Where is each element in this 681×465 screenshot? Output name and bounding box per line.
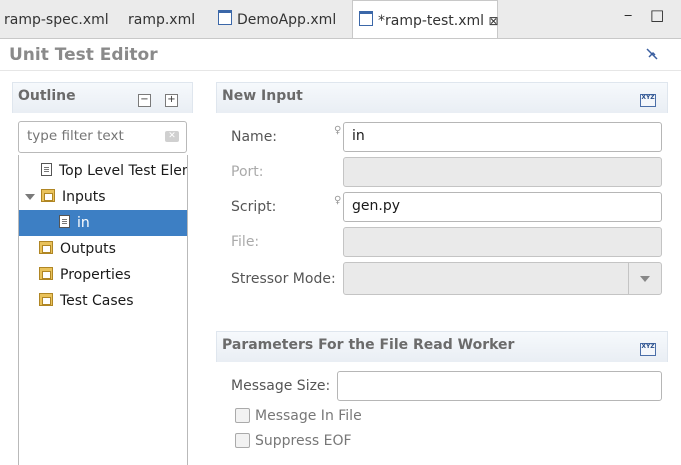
tree-item-label: Test Cases — [60, 293, 134, 309]
suppress-eof-label: Suppress EOF — [255, 433, 352, 449]
port-label: Port: — [231, 164, 264, 180]
editor-icon — [218, 10, 232, 25]
tree-item-label: Properties — [60, 267, 131, 283]
outline-filter[interactable]: ✕ — [18, 121, 187, 153]
header-divider — [0, 70, 681, 71]
tab-ramp-test[interactable]: *ramp-test.xml ⊠ — [352, 0, 499, 38]
editor-tab-bar: ramp-spec.xml ramp.xml DemoApp.xml *ramp… — [0, 0, 681, 39]
close-tab-icon[interactable]: ⊠ — [489, 14, 499, 28]
expand-arrow-icon[interactable] — [25, 194, 35, 200]
hint-icon: ♀ — [334, 195, 342, 206]
stressor-mode-label: Stressor Mode: — [231, 271, 336, 287]
filter-input[interactable] — [27, 128, 157, 144]
message-in-file-label: Message In File — [255, 408, 362, 424]
hint-icon: ♀ — [334, 125, 342, 136]
tree-item-inputs[interactable]: Inputs — [25, 184, 106, 210]
maximize-icon[interactable]: □ — [650, 6, 664, 24]
tree-item-test-cases[interactable]: Test Cases — [39, 288, 134, 314]
clear-filter-icon[interactable]: ✕ — [165, 131, 179, 142]
tab-label: *ramp-test.xml — [378, 13, 485, 29]
suppress-eof-checkbox[interactable] — [235, 433, 250, 448]
tree-item-label: Outputs — [60, 241, 116, 257]
minimize-icon[interactable]: ‒ — [624, 8, 632, 23]
script-label: Script: — [231, 199, 277, 215]
tab-ramp-spec[interactable]: ramp-spec.xml — [4, 0, 109, 38]
document-icon — [59, 215, 70, 228]
params-title: Parameters For the File Read Worker — [222, 337, 515, 353]
outline-tree: Top Level Test Elem Inputs in Outputs Pr… — [18, 155, 188, 465]
script-input[interactable] — [352, 198, 632, 214]
name-field[interactable] — [343, 122, 662, 152]
file-field — [343, 227, 662, 257]
xml-icon[interactable]: XYZ — [640, 94, 656, 107]
name-label: Name: — [231, 129, 278, 145]
new-input-title: New Input — [222, 88, 303, 104]
xml-icon[interactable]: XYZ — [640, 343, 656, 356]
folder-icon — [39, 241, 53, 254]
name-input[interactable] — [352, 128, 632, 144]
folder-icon — [41, 189, 55, 202]
collapse-all-icon[interactable]: − — [138, 94, 151, 107]
port-input — [352, 163, 632, 179]
link-icon[interactable] — [645, 47, 659, 61]
port-field — [343, 157, 662, 187]
tree-item-top-level[interactable]: Top Level Test Elem — [41, 158, 188, 184]
stressor-mode-select[interactable] — [343, 262, 662, 295]
file-label: File: — [231, 234, 260, 250]
tree-item-properties[interactable]: Properties — [39, 262, 131, 288]
outline-title: Outline — [18, 88, 76, 104]
tab-ramp[interactable]: ramp.xml — [128, 0, 195, 38]
tree-item-in[interactable]: in — [19, 210, 187, 236]
message-size-label: Message Size: — [231, 378, 331, 394]
tree-item-label: Inputs — [62, 189, 106, 205]
tab-label: ramp-spec.xml — [4, 12, 109, 28]
tab-demoapp[interactable]: DemoApp.xml — [218, 0, 336, 38]
tab-label: ramp.xml — [128, 12, 196, 28]
document-icon — [41, 163, 52, 176]
editor-title: Unit Test Editor — [9, 45, 158, 65]
tree-item-outputs[interactable]: Outputs — [39, 236, 116, 262]
folder-icon — [39, 267, 53, 280]
message-size-input[interactable] — [346, 377, 626, 393]
folder-icon — [39, 293, 53, 306]
tab-label: DemoApp.xml — [237, 12, 337, 28]
tree-item-label: Top Level Test Elem — [59, 163, 188, 179]
tree-item-label: in — [77, 215, 90, 231]
script-field[interactable] — [343, 192, 662, 222]
editor-icon — [359, 11, 373, 26]
message-in-file-checkbox[interactable] — [235, 408, 250, 423]
file-input — [352, 233, 632, 249]
chevron-down-icon[interactable] — [628, 263, 661, 294]
message-size-field[interactable] — [337, 371, 662, 401]
expand-all-icon[interactable]: + — [165, 94, 178, 107]
